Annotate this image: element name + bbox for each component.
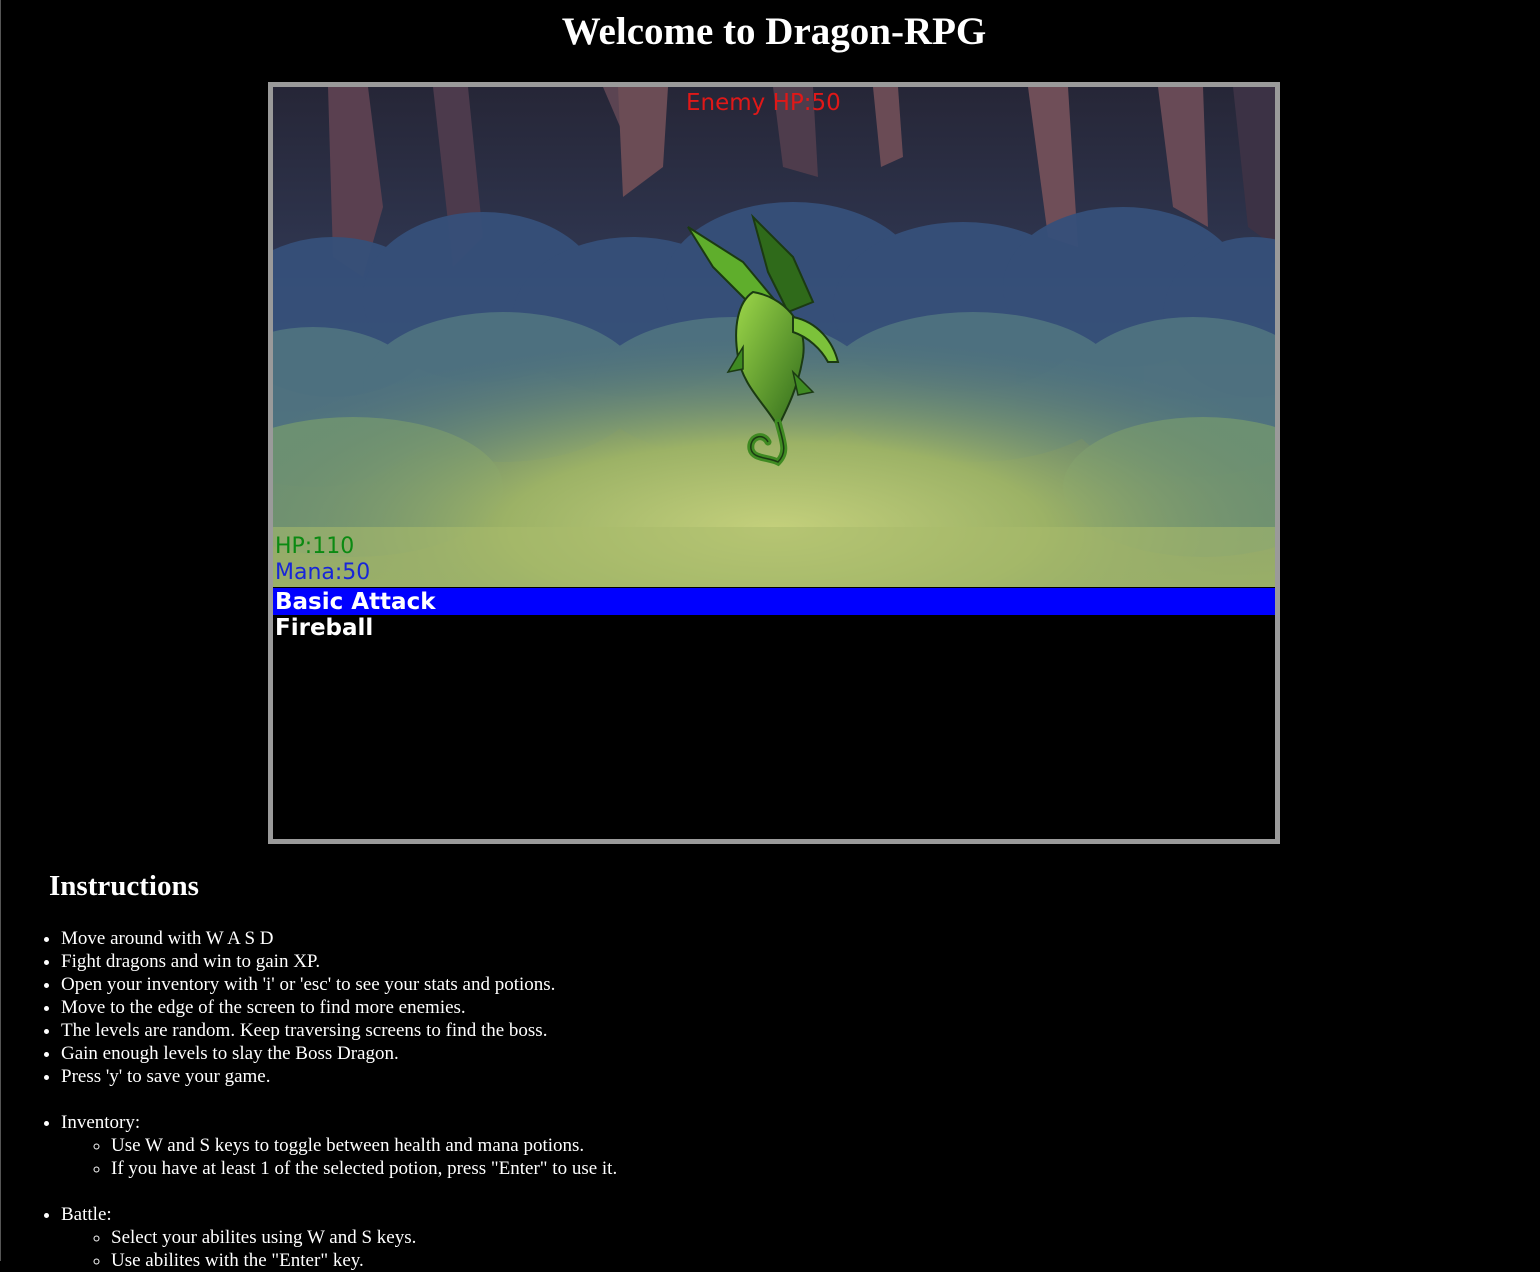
- inventory-section: Inventory: Use W and S keys to toggle be…: [61, 1111, 1540, 1180]
- page-title: Welcome to Dragon-RPG: [561, 10, 987, 53]
- instruction-item: Fight dragons and win to gain XP.: [61, 950, 1540, 973]
- ability-basic-attack[interactable]: Basic Attack: [273, 588, 1275, 615]
- game-frame[interactable]: Enemy HP:50 HP:110 Mana:50 Basic Attack …: [268, 82, 1280, 844]
- instructions-list: Move around with W A S D Fight dragons a…: [0, 927, 1540, 1272]
- player-hp-label: HP:110: [275, 534, 355, 559]
- battle-section: Battle: Select your abilites using W and…: [61, 1203, 1540, 1272]
- enemy-hp-label: Enemy HP:50: [686, 90, 841, 116]
- ability-menu: Basic Attack Fireball: [273, 587, 1275, 839]
- forest-battle-scene: [273, 87, 1275, 587]
- battle-instructions: Battle: Select your abilites using W and…: [0, 1203, 1540, 1272]
- general-instructions: Move around with W A S D Fight dragons a…: [0, 927, 1540, 1088]
- ability-fireball[interactable]: Fireball: [273, 614, 1275, 641]
- instruction-item: Move to the edge of the screen to find m…: [61, 996, 1540, 1019]
- instruction-item: Open your inventory with 'i' or 'esc' to…: [61, 973, 1540, 996]
- inventory-label: Inventory:: [61, 1112, 141, 1133]
- battle-item: Select your abilites using W and S keys.: [111, 1226, 1540, 1249]
- inventory-item: Use W and S keys to toggle between healt…: [111, 1134, 1540, 1157]
- instruction-item: The levels are random. Keep traversing s…: [61, 1019, 1540, 1042]
- game-canvas[interactable]: Enemy HP:50 HP:110 Mana:50 Basic Attack …: [273, 87, 1275, 839]
- player-mana-label: Mana:50: [275, 560, 371, 585]
- inventory-instructions: Inventory: Use W and S keys to toggle be…: [0, 1111, 1540, 1180]
- inventory-item: If you have at least 1 of the selected p…: [111, 1157, 1540, 1180]
- battle-label: Battle:: [61, 1204, 112, 1225]
- instruction-item: Move around with W A S D: [61, 927, 1540, 950]
- instructions-title: Instructions: [49, 870, 199, 902]
- instruction-item: Press 'y' to save your game.: [61, 1065, 1540, 1088]
- instruction-item: Gain enough levels to slay the Boss Drag…: [61, 1042, 1540, 1065]
